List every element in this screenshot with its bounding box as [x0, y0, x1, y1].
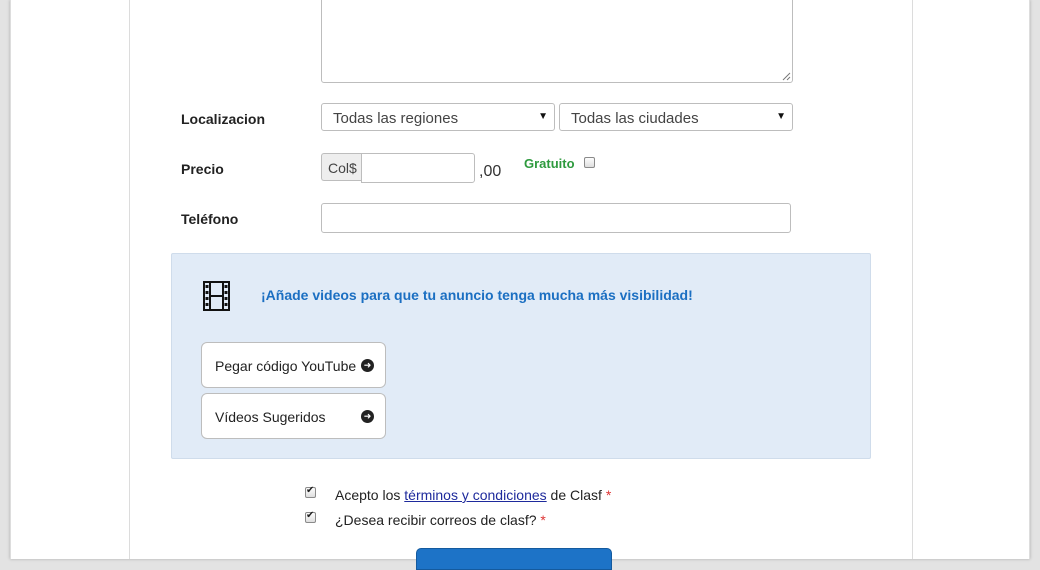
email-optin-text: ¿Desea recibir correos de clasf? *: [335, 512, 546, 528]
required-mark: *: [605, 487, 612, 503]
suggested-videos-button[interactable]: Vídeos Sugeridos ➜: [201, 393, 386, 439]
video-headline: ¡Añade videos para que tu anuncio tenga …: [261, 287, 693, 303]
region-select[interactable]: Todas las regiones ▼: [321, 103, 555, 131]
city-select-value: Todas las ciudades: [571, 110, 699, 127]
accept-terms-suffix: de Clasf: [546, 487, 602, 503]
free-checkbox[interactable]: [584, 157, 595, 168]
terms-link[interactable]: términos y condiciones: [404, 487, 546, 503]
submit-button[interactable]: [416, 548, 612, 570]
description-textarea[interactable]: [321, 0, 793, 83]
price-label: Precio: [181, 161, 224, 177]
dropdown-arrow-icon: ▼: [776, 111, 786, 122]
resize-grip-icon[interactable]: [782, 72, 791, 81]
location-label: Localizacion: [181, 111, 266, 127]
region-select-value: Todas las regiones: [333, 110, 459, 127]
required-mark: *: [540, 512, 546, 528]
email-optin-question: ¿Desea recibir correos de clasf?: [335, 512, 537, 528]
suggested-videos-label: Vídeos Sugeridos: [215, 409, 326, 425]
email-optin-checkbox[interactable]: [305, 510, 316, 523]
accept-terms-checkbox[interactable]: [305, 485, 316, 498]
accept-terms-prefix: Acepto los: [335, 487, 405, 503]
phone-input[interactable]: [321, 203, 791, 233]
price-input[interactable]: [361, 153, 475, 183]
arrow-circle-right-icon: ➜: [361, 359, 374, 372]
currency-prefix: Col$: [321, 153, 361, 181]
cents-suffix: ,00: [479, 163, 502, 180]
dropdown-arrow-icon: ▼: [538, 111, 548, 122]
free-label: Gratuito: [524, 156, 575, 171]
phone-label: Teléfono: [181, 211, 239, 227]
arrow-circle-right-icon: ➜: [361, 410, 374, 423]
film-icon: [203, 281, 230, 311]
city-select[interactable]: Todas las ciudades ▼: [559, 103, 793, 131]
accept-terms-text: Acepto los términos y condiciones de Cla…: [335, 487, 611, 503]
paste-youtube-label: Pegar código YouTube: [215, 358, 357, 374]
paste-youtube-button[interactable]: Pegar código YouTube ➜: [201, 342, 386, 388]
